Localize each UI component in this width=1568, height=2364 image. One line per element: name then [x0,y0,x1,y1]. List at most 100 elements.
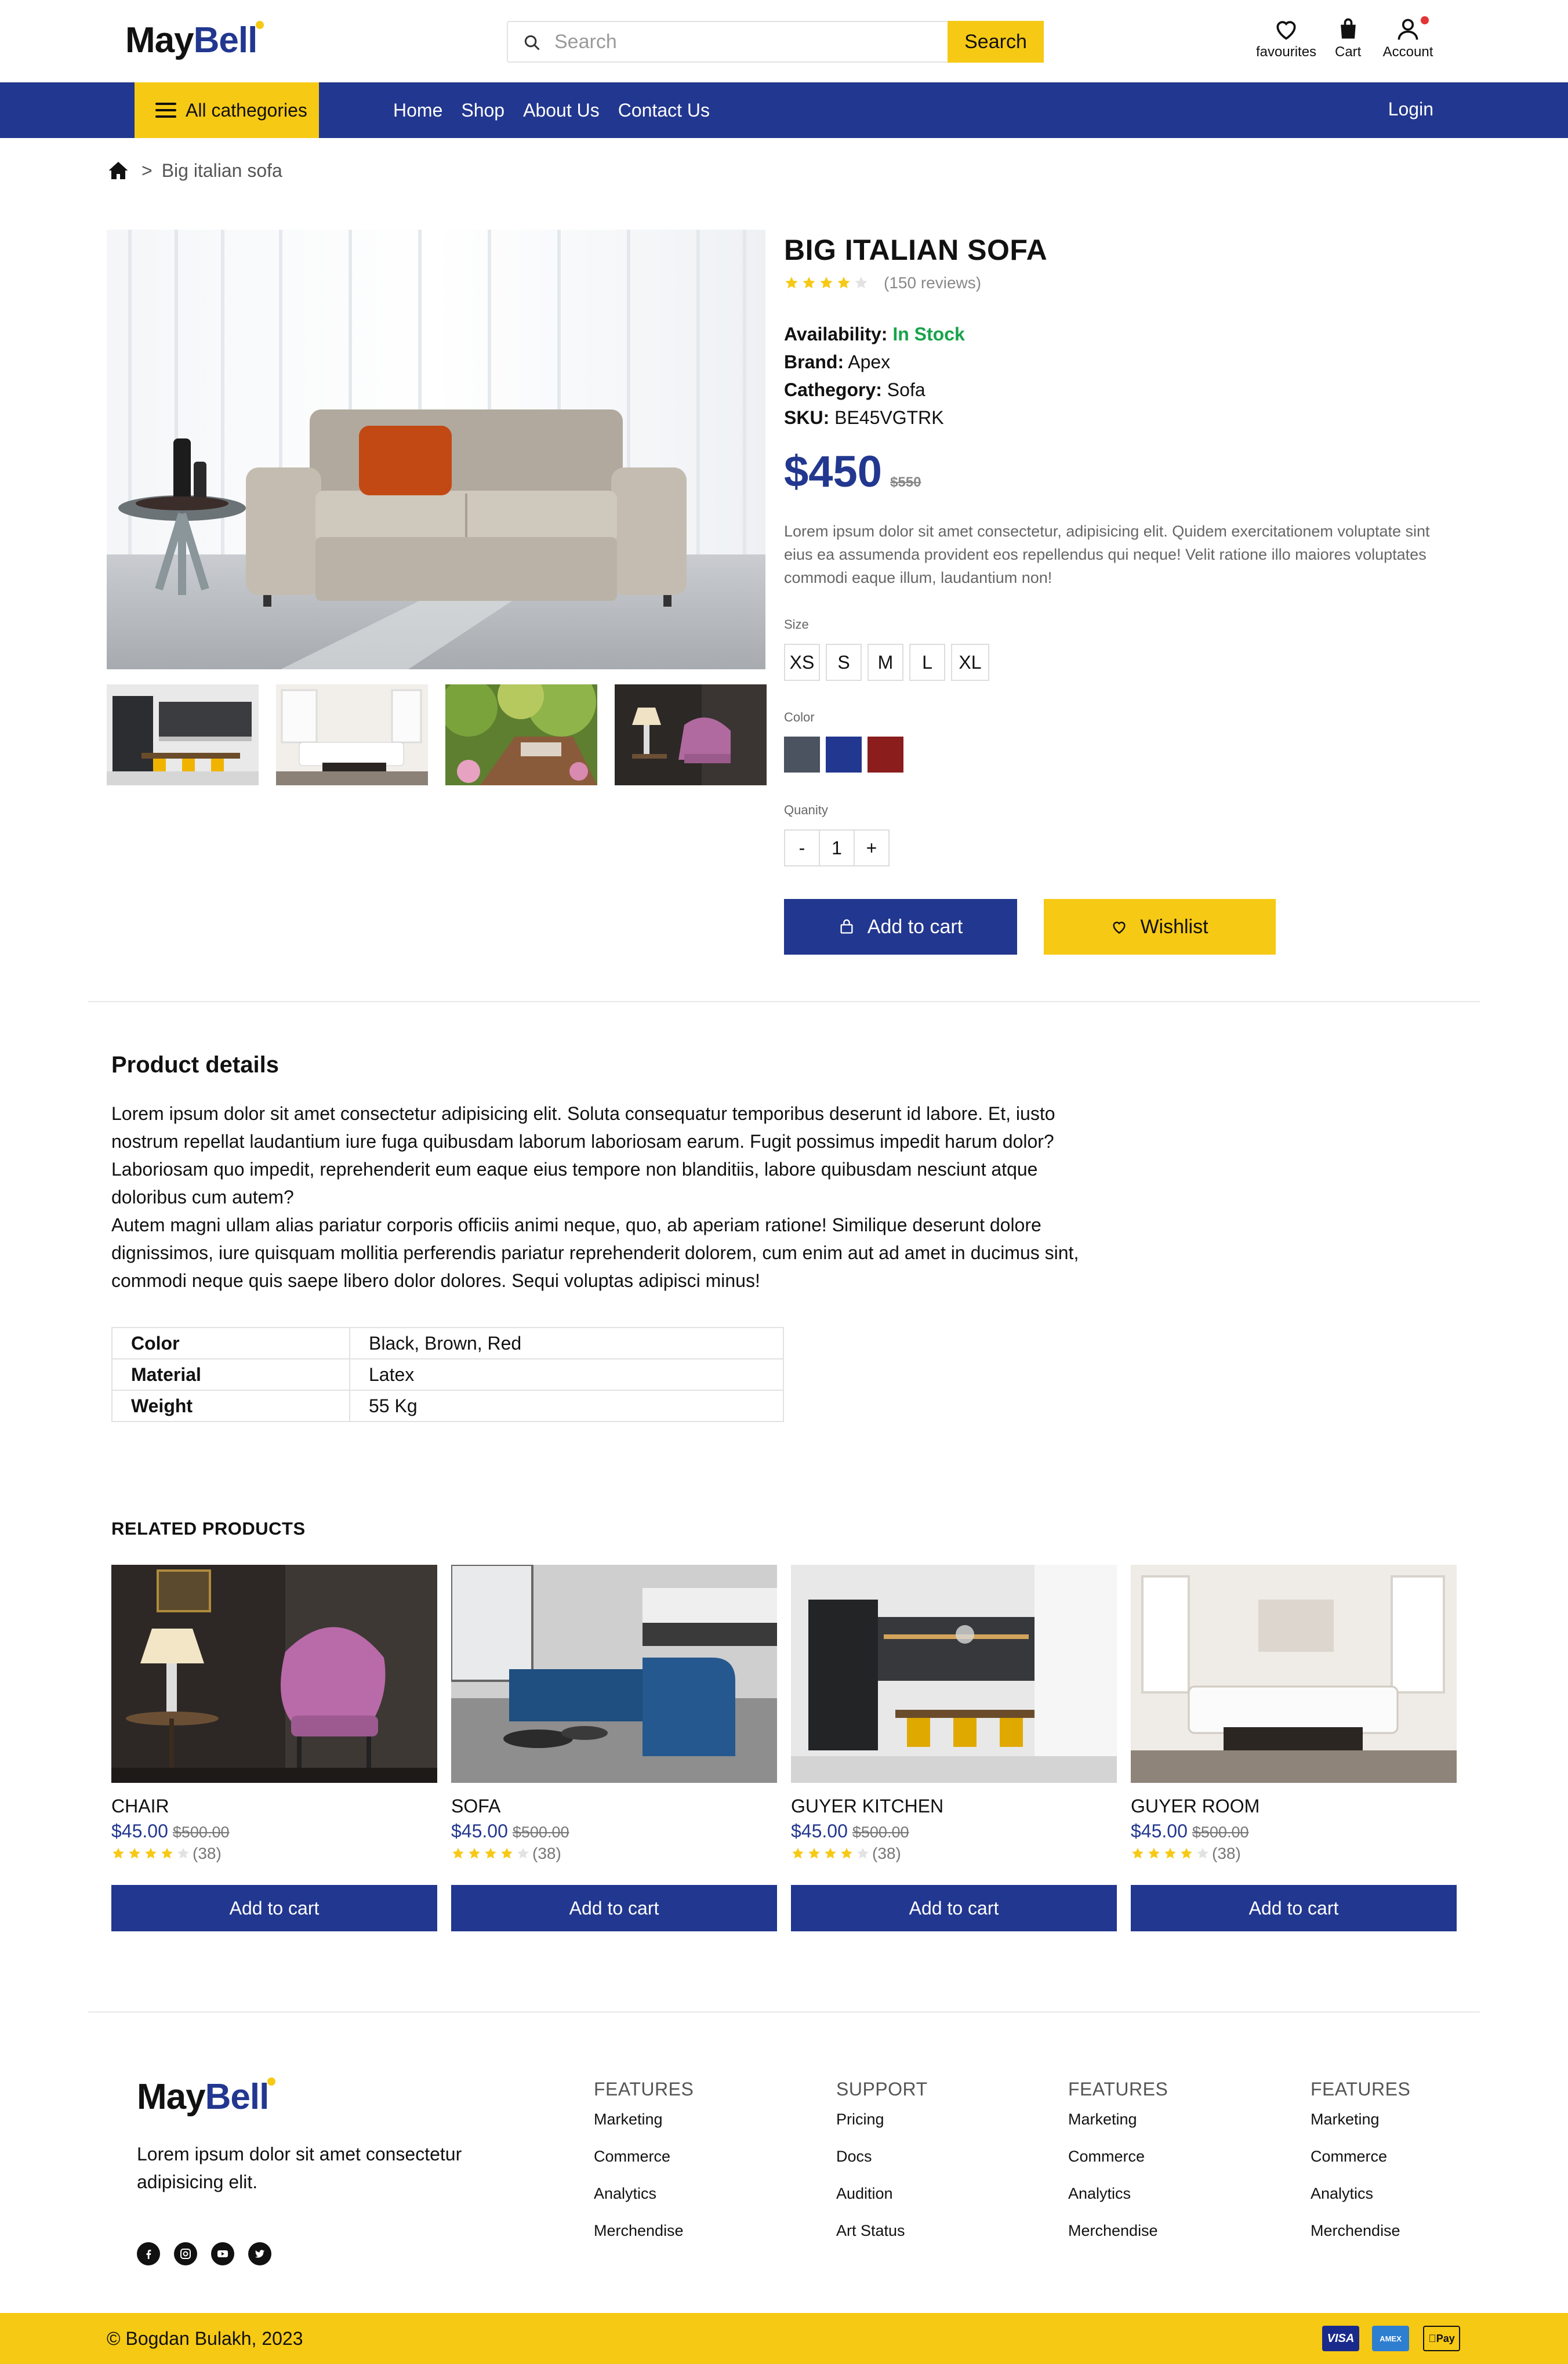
product-card-image[interactable] [791,1565,1117,1783]
brand-row: Brand: Apex [784,348,965,376]
product-main-image[interactable] [107,230,765,669]
nav-home[interactable]: Home [393,100,442,121]
product-card-image[interactable] [1131,1565,1457,1783]
product-card-name[interactable]: GUYER KITCHEN [791,1796,1117,1817]
garden-photo [445,684,597,785]
product-card-sofa: SOFA $45.00 $500.00 (38) Add to cart [451,1565,777,1931]
star-filled-icon [452,1848,464,1859]
nav-contact-us[interactable]: Contact Us [618,100,710,121]
login-link[interactable]: Login [1388,99,1433,120]
footer-link[interactable]: Docs [836,2148,928,2185]
footer-link[interactable]: Audition [836,2185,928,2222]
product-card-guyer-room: GUYER ROOM $45.00 $500.00 (38) Add to car… [1131,1565,1457,1931]
footer-link[interactable]: Merchendise [1311,2222,1410,2259]
footer-link[interactable]: Analytics [1068,2185,1168,2222]
product-card-rating: (38) [1131,1844,1457,1863]
all-categories-button[interactable]: All cathegories [135,82,319,138]
footer-link[interactable]: Pricing [836,2111,928,2148]
product-card-review-count: (38) [872,1844,901,1862]
wishlist-button[interactable]: Wishlist [1044,899,1276,955]
search-input[interactable] [554,27,868,57]
chair-photo [111,1565,437,1783]
cart-button[interactable]: Cart [1335,16,1361,60]
star-empty-icon [517,1848,529,1859]
thumbnail-kitchen[interactable] [107,684,259,785]
product-card-add-to-cart-button[interactable]: Add to cart [791,1885,1117,1931]
footer-logo[interactable]: MayBell [137,2076,276,2118]
quantity-decrease-button[interactable]: - [784,829,820,866]
footer-link[interactable]: Analytics [1311,2185,1410,2222]
quantity-increase-button[interactable]: + [854,829,890,866]
product-card-name[interactable]: SOFA [451,1796,777,1817]
size-option-s[interactable]: S [826,644,862,681]
logo-text-part1: May [137,2077,206,2117]
footer-link[interactable]: Merchendise [1068,2222,1168,2259]
favourites-label: favourites [1256,44,1317,60]
availability-row: Availability: In Stock [784,320,965,348]
logo[interactable]: MayBell [125,20,264,61]
twitter-icon[interactable] [248,2242,271,2265]
related-products-title: RELATED PRODUCTS [111,1518,306,1539]
nav-about-us[interactable]: About Us [523,100,600,121]
color-swatch-gray[interactable] [784,737,820,773]
product-details-text: Lorem ipsum dolor sit amet consectetur a… [111,1100,1109,1295]
search-button[interactable]: Search [948,21,1044,63]
size-option-m[interactable]: M [868,644,903,681]
notification-dot [1421,16,1429,24]
footer-link[interactable]: Commerce [1311,2148,1410,2185]
instagram-icon[interactable] [174,2242,197,2265]
footer-link[interactable]: Merchendise [594,2222,694,2259]
star-filled-icon [792,1848,804,1859]
add-to-cart-button[interactable]: Add to cart [784,899,1017,955]
visa-icon: VISA [1322,2326,1359,2351]
thumbnail-garden[interactable] [445,684,597,785]
sku-row: SKU: BE45VGTRK [784,404,965,432]
rating-stars [784,275,871,291]
facebook-icon[interactable] [137,2242,160,2265]
footer-link[interactable]: Art Status [836,2222,928,2259]
spec-value: 55 Kg [349,1390,784,1422]
footer-link[interactable]: Marketing [1068,2111,1168,2148]
product-card-image[interactable] [451,1565,777,1783]
size-option-l[interactable]: L [909,644,945,681]
thumbnail-chair[interactable] [615,684,767,785]
youtube-icon[interactable] [211,2242,234,2265]
color-swatch-blue[interactable] [826,737,862,773]
account-button[interactable]: Account [1379,16,1437,60]
logo-dot [256,21,264,29]
product-card-name[interactable]: CHAIR [111,1796,437,1817]
star-empty-icon [1197,1848,1208,1859]
product-card-image[interactable] [111,1565,437,1783]
product-card-add-to-cart-button[interactable]: Add to cart [111,1885,437,1931]
footer-column-features-1: FEATURES Marketing Commerce Analytics Me… [594,2079,694,2259]
nav-shop[interactable]: Shop [461,100,504,121]
footer-link[interactable]: Marketing [1311,2111,1410,2148]
home-icon[interactable] [108,160,129,181]
size-option-xs[interactable]: XS [784,644,820,681]
product-rating: (150 reviews) [784,274,981,292]
product-card-price: $45.00 $500.00 [791,1821,1117,1842]
breadcrumb-current: Big italian sofa [161,159,282,181]
footer-column-title: FEATURES [1068,2079,1168,2100]
color-swatch-red[interactable] [868,737,903,773]
size-option-xl[interactable]: XL [951,644,989,681]
thumbnail-living-room[interactable] [276,684,428,785]
favourites-button[interactable]: favourites [1256,16,1316,60]
quantity-value[interactable]: 1 [819,829,855,866]
size-label: Size [784,617,809,632]
footer-link[interactable]: Analytics [594,2185,694,2222]
heart-icon [1276,21,1296,40]
review-count[interactable]: (150 reviews) [884,274,981,292]
product-card-price-current: $45.00 [1131,1821,1188,1841]
footer-link[interactable]: Commerce [1068,2148,1168,2185]
footer-link[interactable]: Marketing [594,2111,694,2148]
product-card-guyer-kitchen: GUYER KITCHEN $45.00 $500.00 (38) Add to … [791,1565,1117,1931]
user-icon [1398,19,1418,40]
add-to-cart-label: Add to cart [867,915,963,938]
product-card-price-old: $500.00 [852,1823,909,1841]
current-price: $450 [784,447,883,496]
product-card-add-to-cart-button[interactable]: Add to cart [451,1885,777,1931]
product-card-name[interactable]: GUYER ROOM [1131,1796,1457,1817]
footer-link[interactable]: Commerce [594,2148,694,2185]
product-card-add-to-cart-button[interactable]: Add to cart [1131,1885,1457,1931]
